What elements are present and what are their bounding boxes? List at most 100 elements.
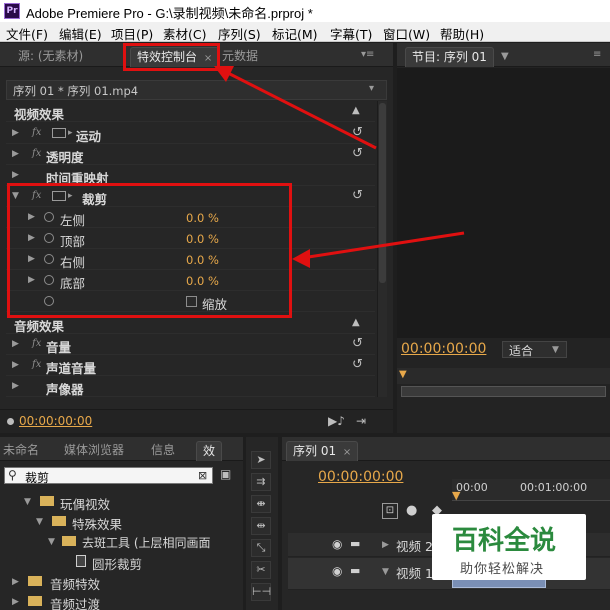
- folder-icon: [40, 496, 54, 506]
- playhead-icon[interactable]: ▼: [452, 489, 460, 502]
- menu-clip[interactable]: 素材(C): [163, 24, 206, 43]
- expand-triangle-icon[interactable]: ▼: [24, 497, 31, 507]
- playhead-icon[interactable]: ▼: [399, 369, 407, 380]
- expand-triangle-icon[interactable]: ▶: [12, 128, 19, 138]
- reset-icon[interactable]: ↺: [352, 126, 366, 140]
- tab-source[interactable]: 源: (无素材): [18, 47, 83, 67]
- fx-icon[interactable]: fx: [32, 338, 41, 349]
- fit-dropdown[interactable]: 适合 ▼: [502, 341, 567, 358]
- program-monitor-panel: 节目: 序列 01 ▼ ≡ 00:00:00:00 适合 ▼ ▼: [397, 43, 610, 433]
- eye-icon[interactable]: ◉: [332, 537, 342, 551]
- dropdown-arrow-icon[interactable]: ▼: [501, 51, 509, 62]
- effects-search-input[interactable]: ⚲ 裁剪 ⊠: [4, 467, 213, 485]
- fx-icon[interactable]: fx: [32, 359, 41, 370]
- arrow-right-icon: ▸: [68, 128, 73, 138]
- program-video-area[interactable]: [397, 68, 610, 338]
- rate-stretch-tool-icon[interactable]: ⤡: [251, 539, 271, 557]
- ruler-label-start: 00:00: [456, 481, 488, 494]
- tree-item-audio-effects[interactable]: ▶ 音频特效: [0, 572, 243, 592]
- expand-triangle-icon[interactable]: ▼: [48, 537, 55, 547]
- folder-icon: [52, 516, 66, 526]
- fx-icon[interactable]: fx: [32, 148, 41, 159]
- effect-row-channel-volume[interactable]: ▶ fx 声道音量 ↺: [6, 355, 375, 376]
- reset-icon[interactable]: ↺: [352, 337, 366, 351]
- ripple-edit-tool-icon[interactable]: ⇼: [251, 495, 271, 513]
- menu-file[interactable]: 文件(F): [6, 24, 48, 43]
- expand-triangle-icon[interactable]: ▶: [12, 381, 19, 391]
- panel-menu-icon[interactable]: ≡: [593, 50, 605, 60]
- playhead-dot-icon: [7, 418, 14, 425]
- close-icon[interactable]: ×: [343, 447, 351, 458]
- snap-icon[interactable]: ⊡: [382, 503, 398, 519]
- new-bin-icon[interactable]: ▣: [220, 467, 231, 481]
- header-menu-icon[interactable]: ▾: [369, 83, 374, 94]
- menu-project[interactable]: 项目(P): [111, 24, 153, 43]
- effect-row-motion[interactable]: ▶ fx ▸ 运动 ↺: [6, 123, 375, 144]
- tab-sequence[interactable]: 序列 01 ×: [286, 441, 359, 461]
- rolling-edit-tool-icon[interactable]: ⇹: [251, 517, 271, 535]
- film-icon[interactable]: ▬: [350, 537, 360, 550]
- expand-triangle-icon[interactable]: ▶: [12, 339, 19, 349]
- menu-title[interactable]: 字幕(T): [330, 24, 372, 43]
- tree-item-circle-crop[interactable]: 圆形裁剪: [0, 552, 243, 572]
- reset-icon[interactable]: ↺: [352, 189, 366, 203]
- effect-row-panner[interactable]: ▶ 声像器: [6, 376, 375, 397]
- expand-triangle-icon[interactable]: ▶: [382, 540, 389, 550]
- expand-triangle-icon[interactable]: ▶: [12, 577, 19, 587]
- expand-triangle-icon[interactable]: ▶: [12, 170, 19, 180]
- film-icon[interactable]: ▬: [350, 564, 360, 577]
- tab-program[interactable]: 节目: 序列 01: [405, 47, 494, 67]
- audio-playback-icon[interactable]: ▶♪: [328, 414, 345, 428]
- effect-controls-scrollbar[interactable]: [377, 101, 387, 397]
- tab-info[interactable]: 信息: [151, 441, 175, 461]
- export-icon[interactable]: ⇥: [356, 414, 366, 428]
- tab-media-browser[interactable]: 媒体浏览器: [64, 441, 124, 461]
- tab-effects[interactable]: 效: [196, 441, 223, 461]
- reset-icon[interactable]: ↺: [352, 147, 366, 161]
- collapse-triangle-icon[interactable]: ▼: [382, 567, 389, 577]
- ruler-label-1min: 00:01:00:00: [520, 481, 588, 494]
- tree-label: 特殊效果: [72, 517, 123, 532]
- add-marker-icon[interactable]: ●: [406, 503, 417, 518]
- track-label-v1: 视频 1: [396, 566, 433, 581]
- expand-triangle-icon[interactable]: ▶: [12, 360, 19, 370]
- collapse-icon[interactable]: ▲: [352, 104, 366, 118]
- tab-metadata[interactable]: 元数据: [222, 47, 258, 67]
- time-ruler[interactable]: 00:00 00:01:00:00 ▼: [452, 479, 610, 502]
- tree-item-doll-effects[interactable]: ▼ 玩偶视效: [0, 492, 243, 512]
- eye-icon[interactable]: ◉: [332, 564, 342, 578]
- panel-menu-icon[interactable]: ▾≡: [361, 50, 374, 60]
- clear-search-icon[interactable]: ⊠: [198, 469, 207, 482]
- menu-edit[interactable]: 编辑(E): [59, 24, 102, 43]
- menu-marker[interactable]: 标记(M): [272, 24, 318, 43]
- program-zoom-bar[interactable]: [401, 386, 606, 397]
- slip-tool-icon[interactable]: ⊢⊣: [251, 583, 271, 601]
- tree-item-audio-transitions[interactable]: ▶ 音频过渡: [0, 592, 243, 610]
- effect-label-volume: 音量: [46, 340, 72, 355]
- effect-row-opacity[interactable]: ▶ fx 透明度 ↺: [6, 144, 375, 165]
- expand-triangle-icon[interactable]: ▼: [36, 517, 43, 527]
- collapse-icon[interactable]: ▲: [352, 316, 366, 330]
- tree-item-spot-remover[interactable]: ▼ 去斑工具 (上层相同画面: [0, 532, 243, 552]
- menu-window[interactable]: 窗口(W): [383, 24, 430, 43]
- track-select-tool-icon[interactable]: ⇉: [251, 473, 271, 491]
- scrollbar-thumb[interactable]: [379, 103, 386, 283]
- effect-label-panner: 声像器: [46, 382, 84, 397]
- fx-icon[interactable]: fx: [32, 127, 41, 138]
- menu-help[interactable]: 帮助(H): [440, 24, 484, 43]
- tree-label: 圆形裁剪: [92, 557, 143, 572]
- tree-item-special-effects[interactable]: ▼ 特殊效果: [0, 512, 243, 532]
- menu-sequence[interactable]: 序列(S): [218, 24, 261, 43]
- effect-row-volume[interactable]: ▶ fx 音量 ↺: [6, 334, 375, 355]
- selection-tool-icon[interactable]: ➤: [251, 451, 271, 469]
- tree-label: 音频特效: [50, 577, 101, 592]
- expand-triangle-icon[interactable]: ▶: [12, 597, 19, 607]
- tab-project[interactable]: 未命名: [3, 441, 39, 461]
- timeline-timecode[interactable]: 00:00:00:00: [318, 469, 403, 485]
- razor-tool-icon[interactable]: ✂: [251, 561, 271, 579]
- expand-triangle-icon[interactable]: ▶: [12, 149, 19, 159]
- effect-controls-timecode[interactable]: 00:00:00:00: [19, 414, 92, 428]
- program-time-ruler[interactable]: ▼: [397, 368, 610, 384]
- reset-icon[interactable]: ↺: [352, 358, 366, 372]
- program-timecode[interactable]: 00:00:00:00: [401, 341, 486, 357]
